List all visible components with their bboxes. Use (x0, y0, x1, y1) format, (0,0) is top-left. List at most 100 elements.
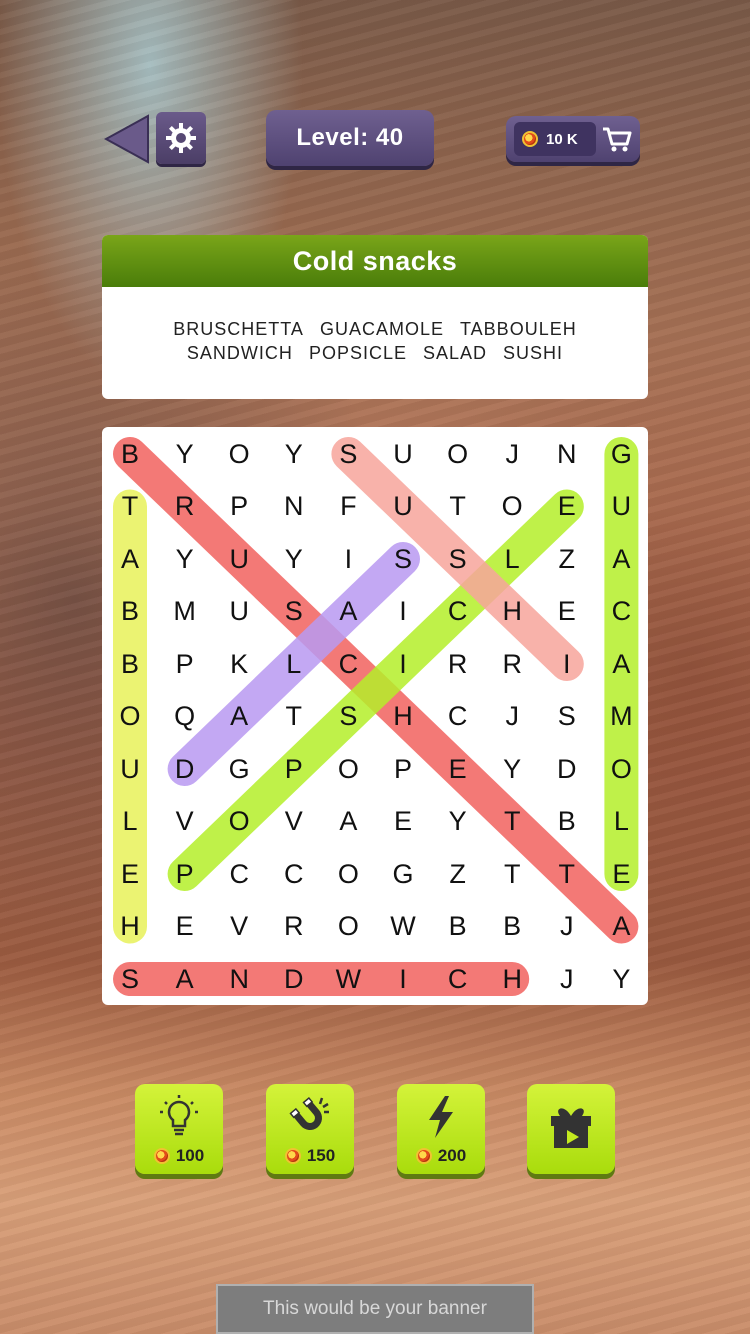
grid-letter[interactable]: O (321, 901, 375, 953)
lightning-booster-button[interactable]: 200 (397, 1084, 485, 1174)
grid-letter[interactable]: C (594, 586, 648, 638)
grid-letter[interactable]: I (321, 533, 375, 585)
grid-letter[interactable]: E (103, 848, 157, 900)
grid-letter[interactable]: C (267, 848, 321, 900)
grid-letter[interactable]: O (103, 691, 157, 743)
grid-letter[interactable]: Y (431, 796, 485, 848)
magnet-booster-button[interactable]: 150 (266, 1084, 354, 1174)
free-video-gift-button[interactable] (527, 1084, 615, 1174)
grid-letter[interactable]: I (376, 586, 430, 638)
grid-letter[interactable]: C (212, 848, 266, 900)
grid-letter[interactable]: L (103, 796, 157, 848)
grid-letter[interactable]: O (594, 743, 648, 795)
grid-letter[interactable]: A (103, 533, 157, 585)
grid-letter[interactable]: B (103, 586, 157, 638)
grid-letter[interactable]: P (376, 743, 430, 795)
grid-letter[interactable]: E (540, 481, 594, 533)
grid-letter[interactable]: W (376, 901, 430, 953)
grid-letter[interactable]: S (540, 691, 594, 743)
grid-letter[interactable]: C (431, 586, 485, 638)
settings-button[interactable] (156, 112, 206, 164)
grid-letter[interactable]: E (594, 848, 648, 900)
grid-letter[interactable]: D (540, 743, 594, 795)
grid-letter[interactable]: E (158, 901, 212, 953)
grid-letter[interactable]: E (431, 743, 485, 795)
grid-letter[interactable]: S (267, 586, 321, 638)
grid-letter[interactable]: A (594, 533, 648, 585)
grid-letter[interactable]: U (212, 533, 266, 585)
grid-letter[interactable]: H (485, 586, 539, 638)
grid-letter[interactable]: G (212, 743, 266, 795)
coins-shop-button[interactable]: 10 K (506, 116, 640, 162)
grid-letter[interactable]: T (540, 848, 594, 900)
grid-letter[interactable]: B (485, 901, 539, 953)
grid-letter[interactable]: I (376, 953, 430, 1005)
grid-letter[interactable]: N (267, 481, 321, 533)
grid-letter[interactable]: Y (267, 428, 321, 480)
grid-letter[interactable]: A (321, 796, 375, 848)
grid-letter[interactable]: B (431, 901, 485, 953)
grid-letter[interactable]: T (267, 691, 321, 743)
grid-letter[interactable]: Y (267, 533, 321, 585)
grid-letter[interactable]: U (376, 481, 430, 533)
grid-letter[interactable]: O (212, 428, 266, 480)
grid-letter[interactable]: I (376, 638, 430, 690)
grid-letter[interactable]: S (103, 953, 157, 1005)
grid-letter[interactable]: S (321, 428, 375, 480)
grid-letter[interactable]: S (431, 533, 485, 585)
grid-letter[interactable]: C (431, 691, 485, 743)
grid-letter[interactable]: O (431, 428, 485, 480)
grid-letter[interactable]: C (321, 638, 375, 690)
back-button[interactable] (103, 114, 150, 164)
grid-letter[interactable]: Y (485, 743, 539, 795)
grid-letter[interactable]: I (540, 638, 594, 690)
grid-letter[interactable]: D (158, 743, 212, 795)
grid-letter[interactable]: P (158, 848, 212, 900)
grid-letter[interactable]: R (267, 901, 321, 953)
grid-letter[interactable]: P (158, 638, 212, 690)
grid-letter[interactable]: U (594, 481, 648, 533)
grid-letter[interactable]: G (376, 848, 430, 900)
grid-letter[interactable]: M (158, 586, 212, 638)
grid-letter[interactable]: E (376, 796, 430, 848)
grid-letter[interactable]: G (594, 428, 648, 480)
grid-letter[interactable]: E (540, 586, 594, 638)
grid-letter[interactable]: H (376, 691, 430, 743)
grid-letter[interactable]: T (485, 848, 539, 900)
grid-letter[interactable]: D (267, 953, 321, 1005)
grid-letter[interactable]: O (485, 481, 539, 533)
grid-letter[interactable]: A (212, 691, 266, 743)
grid-letter[interactable]: F (321, 481, 375, 533)
grid-letter[interactable]: V (267, 796, 321, 848)
grid-letter[interactable]: Q (158, 691, 212, 743)
grid-letter[interactable]: L (267, 638, 321, 690)
grid-letter[interactable]: A (594, 901, 648, 953)
grid-letter[interactable]: J (485, 428, 539, 480)
grid-letter[interactable]: Z (431, 848, 485, 900)
grid-letter[interactable]: H (485, 953, 539, 1005)
grid-letter[interactable]: V (158, 796, 212, 848)
grid-letter[interactable]: R (158, 481, 212, 533)
grid-letter[interactable]: Z (540, 533, 594, 585)
grid-letter[interactable]: N (540, 428, 594, 480)
grid-letter[interactable]: Y (158, 533, 212, 585)
grid-letter[interactable]: A (594, 638, 648, 690)
grid-letter[interactable]: W (321, 953, 375, 1005)
letter-grid[interactable]: BYOYSUOJNGTRPNFUTOEUAYUYISSLZABMUSAICHEC… (102, 427, 648, 1005)
grid-letter[interactable]: Y (594, 953, 648, 1005)
grid-letter[interactable]: V (212, 901, 266, 953)
grid-letter[interactable]: A (321, 586, 375, 638)
grid-letter[interactable]: B (103, 638, 157, 690)
hint-booster-button[interactable]: 100 (135, 1084, 223, 1174)
grid-letter[interactable]: U (376, 428, 430, 480)
grid-letter[interactable]: M (594, 691, 648, 743)
grid-letter[interactable]: J (485, 691, 539, 743)
grid-letter[interactable]: S (321, 691, 375, 743)
grid-letter[interactable]: L (594, 796, 648, 848)
ad-banner[interactable]: This would be your banner (216, 1284, 534, 1334)
grid-letter[interactable]: T (103, 481, 157, 533)
grid-letter[interactable]: A (158, 953, 212, 1005)
grid-letter[interactable]: T (485, 796, 539, 848)
grid-letter[interactable]: L (485, 533, 539, 585)
grid-letter[interactable]: K (212, 638, 266, 690)
